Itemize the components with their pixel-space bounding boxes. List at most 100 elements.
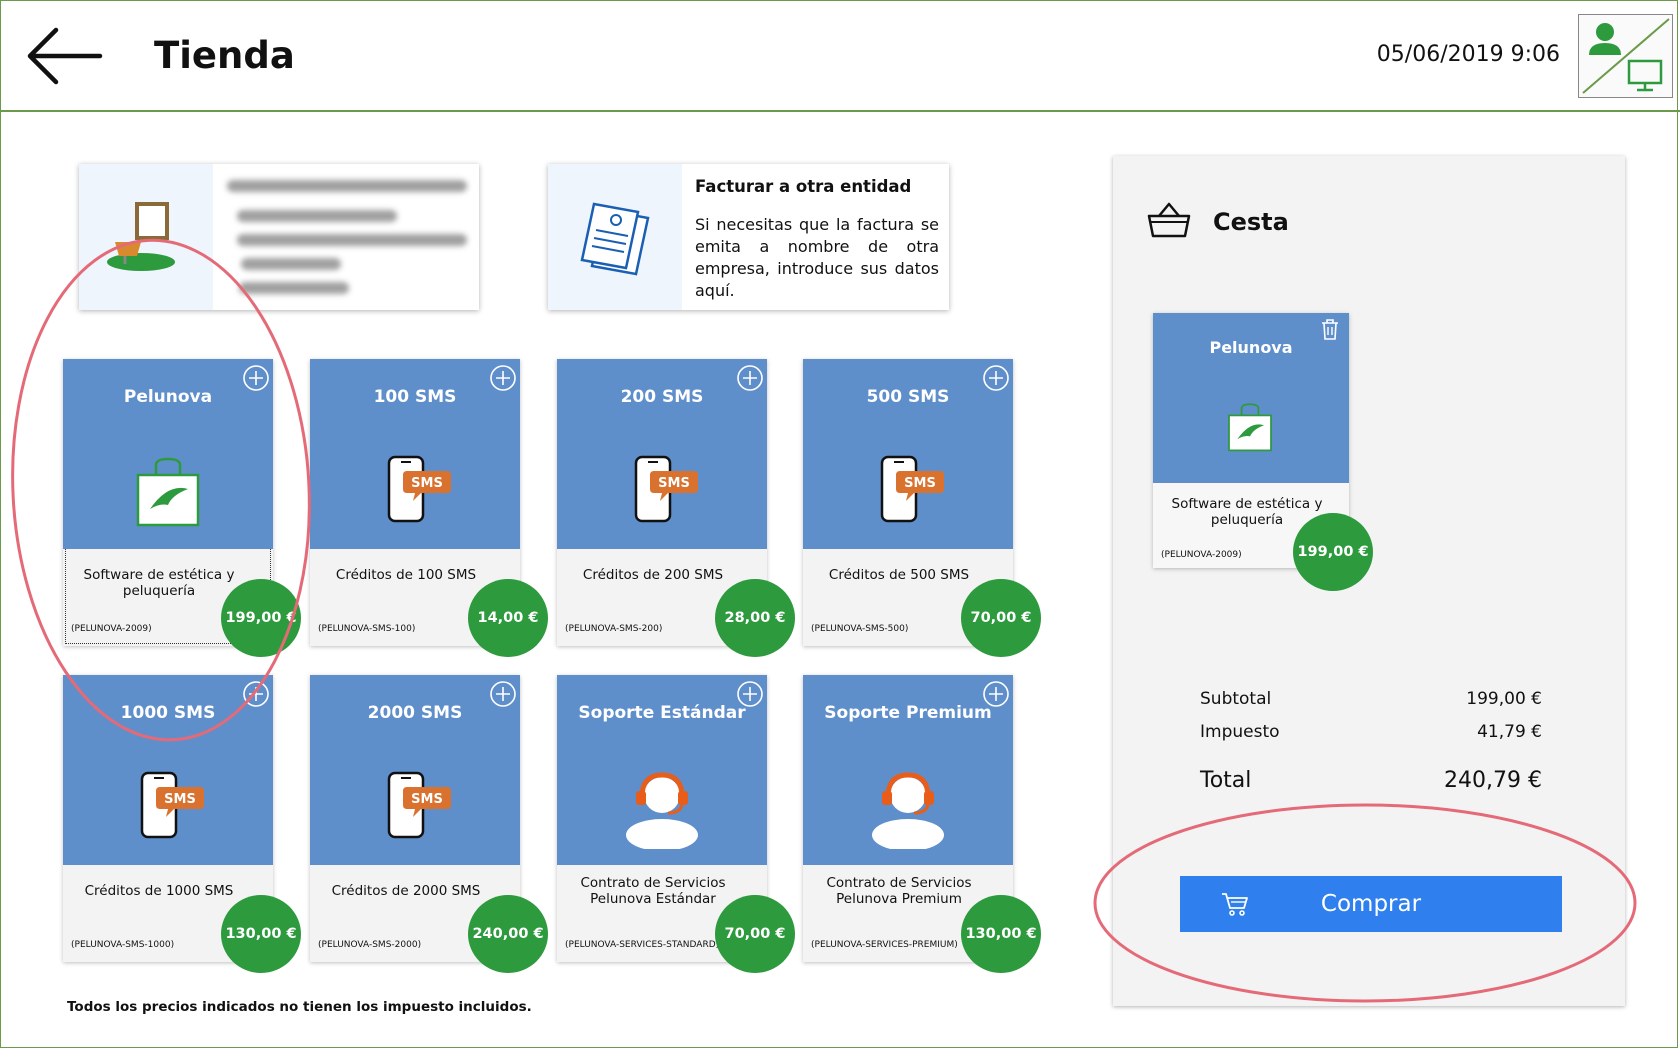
- subtotal-label: Subtotal: [1200, 689, 1272, 709]
- price-badge: 70,00 €: [961, 579, 1041, 657]
- basket-item-price: 199,00 €: [1293, 513, 1373, 591]
- basket-title: Cesta: [1213, 208, 1289, 236]
- monitor-icon: [1627, 59, 1663, 92]
- product-card-header: 100 SMS SMS: [310, 359, 520, 549]
- redacted-line: [237, 210, 397, 222]
- sms-phone-icon: SMS: [622, 453, 702, 533]
- product-description: Créditos de 500 SMS: [828, 567, 970, 583]
- bill-card-text: Si necesitas que la factura se emita a n…: [695, 215, 939, 300]
- basket-panel: Cesta Pelunova Software de estética y pe…: [1113, 156, 1625, 1006]
- user-icon: [1589, 23, 1621, 55]
- page-title: Tienda: [154, 34, 295, 77]
- product-card-header: 2000 SMS SMS: [310, 675, 520, 865]
- redacted-line: [241, 258, 341, 270]
- product-card[interactable]: 100 SMS SMS Créditos de 100 SMS (PELUNOV…: [310, 359, 548, 657]
- total-value: 240,79 €: [1444, 768, 1542, 793]
- basket-item-code: (PELUNOVA-2009): [1161, 550, 1242, 560]
- support-headset-icon: [622, 769, 702, 851]
- add-plus-icon[interactable]: [982, 680, 1010, 708]
- product-card[interactable]: Soporte Premium Contrato de Servicios Pe…: [803, 675, 1041, 973]
- sms-badge: SMS: [164, 792, 196, 807]
- tax-label: Impuesto: [1200, 722, 1280, 742]
- back-arrow-icon[interactable]: [22, 22, 106, 92]
- product-description: Créditos de 2000 SMS: [331, 883, 481, 899]
- add-plus-icon[interactable]: [982, 364, 1010, 392]
- product-card[interactable]: 200 SMS SMS Créditos de 200 SMS (PELUNOV…: [557, 359, 795, 657]
- product-card-header: Soporte Premium: [803, 675, 1013, 865]
- trash-icon[interactable]: [1319, 317, 1341, 341]
- tax-value: 41,79 €: [1477, 722, 1542, 742]
- sms-phone-icon: SMS: [128, 769, 208, 849]
- product-card-header: Soporte Estándar: [557, 675, 767, 865]
- price-badge: 70,00 €: [715, 895, 795, 973]
- product-code: (PELUNOVA-SMS-200): [565, 624, 663, 634]
- basket-item-card: Pelunova Software de estética y peluquer…: [1153, 313, 1373, 591]
- buy-button[interactable]: Comprar: [1180, 876, 1562, 932]
- product-code: (PELUNOVA-SMS-100): [318, 624, 416, 634]
- price-badge: 130,00 €: [221, 895, 301, 973]
- user-terminal-button[interactable]: [1578, 14, 1673, 98]
- buy-button-label: Comprar: [1320, 891, 1422, 917]
- add-plus-icon[interactable]: [489, 680, 517, 708]
- product-description: Créditos de 200 SMS: [582, 567, 724, 583]
- price-badge: 240,00 €: [468, 895, 548, 973]
- tax-footnote: Todos los precios indicados no tienen lo…: [67, 999, 532, 1015]
- company-logo-area: [79, 164, 213, 310]
- sms-phone-icon: SMS: [868, 453, 948, 533]
- top-bar: Tienda 05/06/2019 9:06: [0, 0, 1680, 112]
- product-code: (PELUNOVA-SMS-1000): [71, 940, 175, 950]
- price-badge: 199,00 €: [221, 579, 301, 657]
- sms-badge: SMS: [411, 476, 443, 491]
- sms-badge: SMS: [904, 476, 936, 491]
- add-plus-icon[interactable]: [736, 680, 764, 708]
- cart-icon: [1220, 891, 1250, 917]
- price-badge: 28,00 €: [715, 579, 795, 657]
- add-plus-icon[interactable]: [489, 364, 517, 392]
- shopping-bag-leaf-icon: [128, 453, 208, 533]
- company-info-card[interactable]: [79, 164, 479, 310]
- price-badge: 14,00 €: [468, 579, 548, 657]
- sms-phone-icon: SMS: [375, 769, 455, 849]
- total-label: Total: [1200, 768, 1252, 793]
- product-card-header: 200 SMS SMS: [557, 359, 767, 549]
- price-badge: 130,00 €: [961, 895, 1041, 973]
- add-plus-icon[interactable]: [242, 680, 270, 708]
- product-card-header: Pelunova: [63, 359, 273, 549]
- sms-badge: SMS: [658, 476, 690, 491]
- sms-phone-icon: SMS: [375, 453, 455, 533]
- product-description: Contrato de Servicios Pelunova Estándar: [580, 875, 726, 907]
- redacted-line: [239, 282, 349, 294]
- product-card[interactable]: 1000 SMS SMS Créditos de 1000 SMS (PELUN…: [63, 675, 301, 973]
- product-card[interactable]: 2000 SMS SMS Créditos de 2000 SMS (PELUN…: [310, 675, 548, 973]
- product-card-header: 500 SMS SMS: [803, 359, 1013, 549]
- product-card-header: 1000 SMS SMS: [63, 675, 273, 865]
- date-time: 05/06/2019 9:06: [1376, 42, 1560, 67]
- product-card[interactable]: 500 SMS SMS Créditos de 500 SMS (PELUNOV…: [803, 359, 1041, 657]
- product-code: (PELUNOVA-SMS-500): [811, 624, 909, 634]
- product-code: (PELUNOVA-SERVICES-PREMIUM): [811, 940, 958, 950]
- add-plus-icon[interactable]: [242, 364, 270, 392]
- basket-icon: [1145, 200, 1193, 240]
- add-plus-icon[interactable]: [736, 364, 764, 392]
- bill-card-title: Facturar a otra entidad: [695, 177, 912, 196]
- redacted-line: [237, 234, 467, 246]
- invoice-documents-icon: [580, 202, 650, 276]
- product-description: Créditos de 100 SMS: [335, 567, 477, 583]
- product-code: (PELUNOVA-SMS-2000): [318, 940, 422, 950]
- product-code: (PELUNOVA-SERVICES-STANDARD): [565, 940, 720, 950]
- product-code: (PELUNOVA-2009): [71, 624, 152, 634]
- sms-badge: SMS: [411, 792, 443, 807]
- subtotal-value: 199,00 €: [1466, 689, 1542, 709]
- product-description: Contrato de Servicios Pelunova Premium: [826, 875, 972, 907]
- product-card[interactable]: Pelunova Software de estética y peluquer…: [63, 359, 301, 657]
- product-card[interactable]: Soporte Estándar Contrato de Servicios P…: [557, 675, 795, 973]
- shopping-bag-leaf-icon: [1222, 400, 1278, 456]
- redacted-line: [227, 180, 467, 192]
- invoice-area: [548, 164, 682, 310]
- support-headset-icon: [868, 769, 948, 851]
- product-description: Créditos de 1000 SMS: [84, 883, 234, 899]
- basket-item-header: Pelunova: [1153, 313, 1349, 483]
- salon-chair-icon: [107, 202, 175, 271]
- product-description: Software de estética y peluquería: [83, 567, 235, 599]
- bill-other-entity-card[interactable]: Facturar a otra entidad Si necesitas que…: [548, 164, 949, 310]
